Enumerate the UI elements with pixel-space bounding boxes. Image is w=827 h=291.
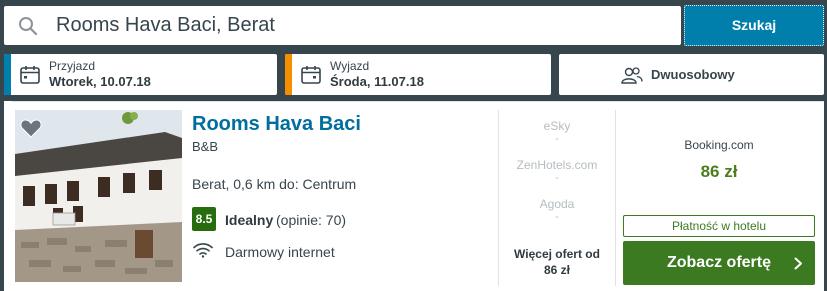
alt-provider-price: -: [555, 131, 559, 145]
checkout-value: Środa, 11.07.18: [330, 74, 424, 89]
checkin-date-field[interactable]: Przyjazd Wtorek, 10.07.18: [4, 54, 277, 95]
alt-provider-price: -: [555, 209, 559, 223]
checkin-value: Wtorek, 10.07.18: [49, 74, 151, 89]
amenity-label: Darmowy internet: [225, 244, 335, 260]
alt-offer-item[interactable]: eSky -: [499, 119, 615, 145]
checkin-accent-bar: [4, 54, 11, 95]
room-type-value: Dwuosobowy: [651, 67, 735, 82]
card-top-divider: [12, 101, 824, 102]
hotel-type: B&B: [192, 139, 219, 154]
alt-provider-price: -: [555, 170, 559, 184]
more-offers-link[interactable]: Więcej ofert od 86 zł: [499, 246, 615, 278]
rating-score-badge: 8.5: [192, 207, 216, 231]
search-input[interactable]: [56, 6, 656, 45]
column-divider: [615, 110, 616, 286]
checkout-accent-bar: [285, 54, 292, 95]
rating-word: Idealny: [225, 212, 274, 228]
people-icon: [621, 67, 643, 84]
calendar-icon: [301, 66, 321, 84]
more-offers-line2: 86 zł: [543, 263, 570, 277]
chevron-right-icon: [794, 257, 802, 270]
alt-offer-item[interactable]: ZenHotels.com -: [499, 158, 615, 184]
rating-count[interactable]: (opinie: 70): [276, 212, 346, 228]
search-icon: [19, 17, 38, 36]
more-offers-line1: Więcej ofert od: [514, 247, 600, 261]
room-type-selector[interactable]: Dwuosobowy: [559, 54, 824, 95]
checkin-label: Przyjazd: [49, 59, 96, 73]
checkout-label: Wyjazd: [330, 59, 370, 73]
hotel-location[interactable]: Berat, 0,6 km do: Centrum: [192, 176, 356, 192]
hotel-result-card: Rooms Hava Baci B&B Berat, 0,6 km do: Ce…: [4, 101, 824, 291]
best-offer-price[interactable]: 86 zł: [622, 162, 816, 182]
heart-icon[interactable]: [20, 118, 42, 138]
payment-at-hotel-badge: Płatność w hotelu: [623, 215, 815, 237]
hotel-name-link[interactable]: Rooms Hava Baci: [192, 113, 361, 136]
calendar-icon: [20, 66, 40, 84]
search-box[interactable]: [4, 6, 681, 45]
checkout-date-field[interactable]: Wyjazd Środa, 11.07.18: [285, 54, 551, 95]
view-offer-button[interactable]: Zobacz ofertę: [623, 241, 815, 285]
alt-offer-item[interactable]: Agoda -: [499, 197, 615, 223]
view-offer-label: Zobacz ofertę: [666, 254, 771, 271]
best-offer-provider: Booking.com: [684, 138, 754, 152]
search-button[interactable]: Szukaj: [684, 5, 824, 46]
alt-offers-list: eSky - ZenHotels.com - Agoda -: [499, 119, 615, 236]
wifi-icon: [193, 243, 213, 258]
